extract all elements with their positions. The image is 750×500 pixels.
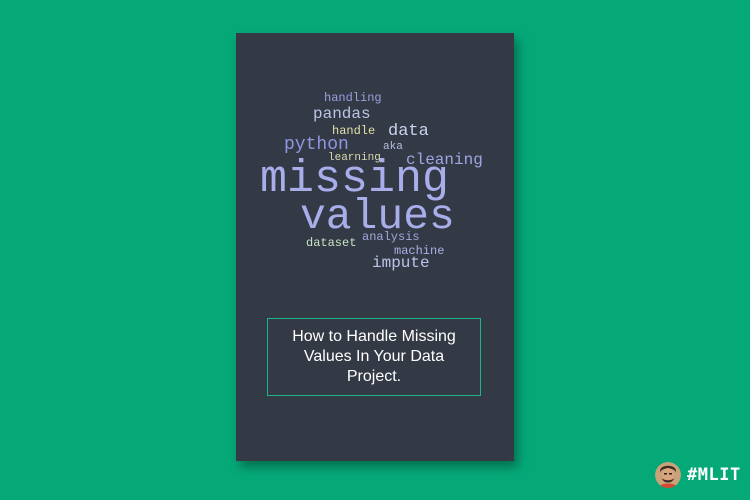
cloud-word: analysis bbox=[362, 230, 420, 244]
book-title: How to Handle Missing Values In Your Dat… bbox=[292, 328, 456, 385]
cloud-word: impute bbox=[372, 254, 430, 272]
cloud-word: pandas bbox=[313, 105, 371, 123]
avatar-icon bbox=[655, 462, 681, 488]
book-cover: handling pandas handle data python aka l… bbox=[236, 33, 514, 461]
cloud-word: dataset bbox=[306, 236, 357, 250]
hashtag-label: #MLIT bbox=[687, 465, 741, 485]
background: handling pandas handle data python aka l… bbox=[0, 0, 750, 500]
cloud-word: data bbox=[388, 122, 429, 141]
hashtag-badge: #MLIT bbox=[655, 461, 741, 489]
book-title-box: How to Handle Missing Values In Your Dat… bbox=[267, 318, 481, 396]
cloud-word: aka bbox=[383, 141, 403, 153]
cloud-word: handling bbox=[324, 91, 382, 105]
word-cloud: handling pandas handle data python aka l… bbox=[236, 33, 514, 313]
